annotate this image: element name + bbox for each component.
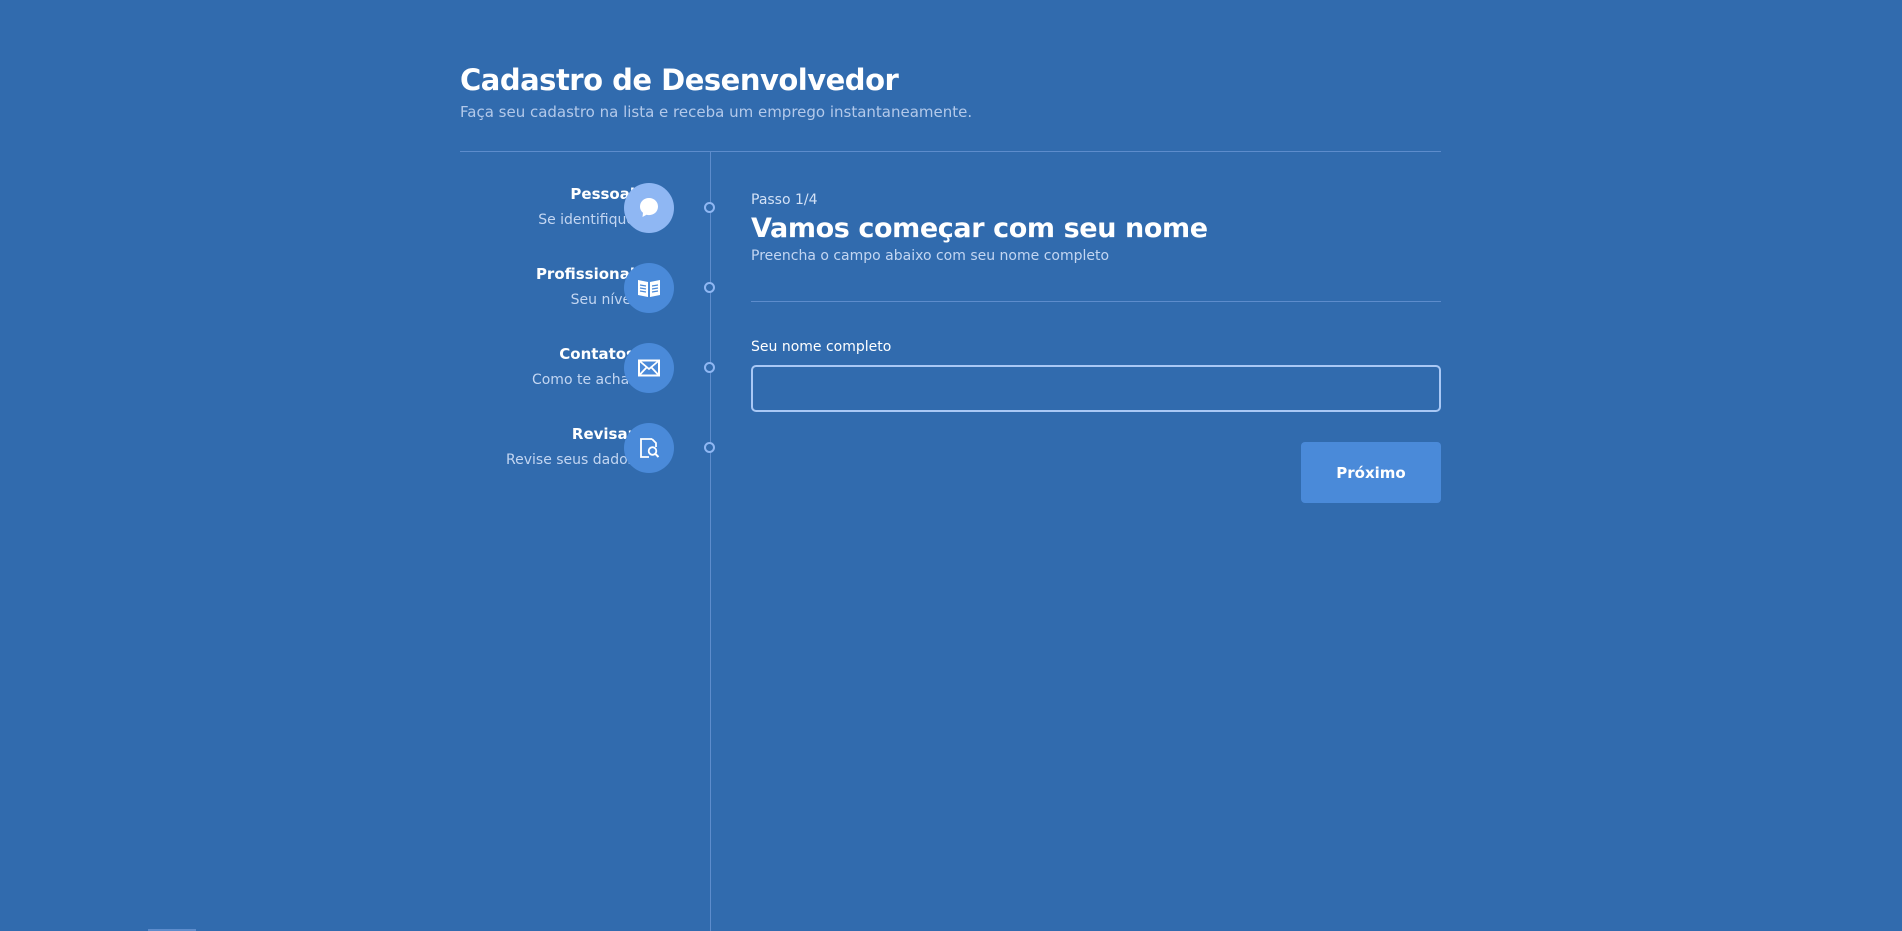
full-name-input[interactable] bbox=[751, 365, 1441, 412]
step-text: Profissional Seu nível bbox=[435, 264, 635, 310]
step-dot bbox=[704, 442, 715, 453]
step-dot bbox=[704, 362, 715, 373]
step-description: Seu nível bbox=[570, 292, 635, 308]
step-contatos[interactable]: Contatos Como te achar bbox=[460, 340, 720, 400]
step-profissional[interactable]: Profissional Seu nível bbox=[460, 260, 720, 320]
header-divider bbox=[460, 151, 1441, 152]
step-text: Revisar Revise seus dados bbox=[435, 424, 635, 470]
step-description: Revise seus dados bbox=[506, 452, 635, 468]
step-text: Contatos Como te achar bbox=[435, 344, 635, 390]
step-title: Profissional bbox=[535, 265, 635, 283]
step-title: Revisar bbox=[571, 425, 635, 443]
page-header: Cadastro de Desenvolvedor Faça seu cadas… bbox=[460, 62, 1441, 122]
next-button[interactable]: Próximo bbox=[1301, 442, 1441, 503]
mail-icon bbox=[624, 343, 674, 393]
step-content: Passo 1/4 Vamos começar com seu nome Pre… bbox=[751, 190, 1441, 265]
step-dot bbox=[704, 202, 715, 213]
book-icon bbox=[624, 263, 674, 313]
content-title: Vamos começar com seu nome bbox=[751, 213, 1208, 244]
step-counter: Passo 1/4 bbox=[751, 192, 818, 208]
step-title: Contatos bbox=[559, 345, 635, 363]
step-text: Pessoal Se identifique bbox=[435, 184, 635, 230]
step-description: Se identifique bbox=[538, 212, 635, 228]
user-head-icon bbox=[624, 183, 674, 233]
step-title: Pessoal bbox=[570, 185, 635, 203]
document-search-icon bbox=[624, 423, 674, 473]
name-field-label: Seu nome completo bbox=[751, 339, 892, 355]
step-dot bbox=[704, 282, 715, 293]
step-pessoal[interactable]: Pessoal Se identifique bbox=[460, 180, 720, 240]
page-subtitle: Faça seu cadastro na lista e receba um e… bbox=[460, 103, 973, 121]
step-revisar[interactable]: Revisar Revise seus dados bbox=[460, 420, 720, 480]
app-container: Cadastro de Desenvolvedor Faça seu cadas… bbox=[460, 0, 1441, 931]
page-title: Cadastro de Desenvolvedor bbox=[460, 63, 899, 97]
step-description: Como te achar bbox=[531, 372, 635, 388]
content-divider bbox=[751, 301, 1441, 302]
content-subtitle: Preencha o campo abaixo com seu nome com… bbox=[751, 248, 1110, 264]
